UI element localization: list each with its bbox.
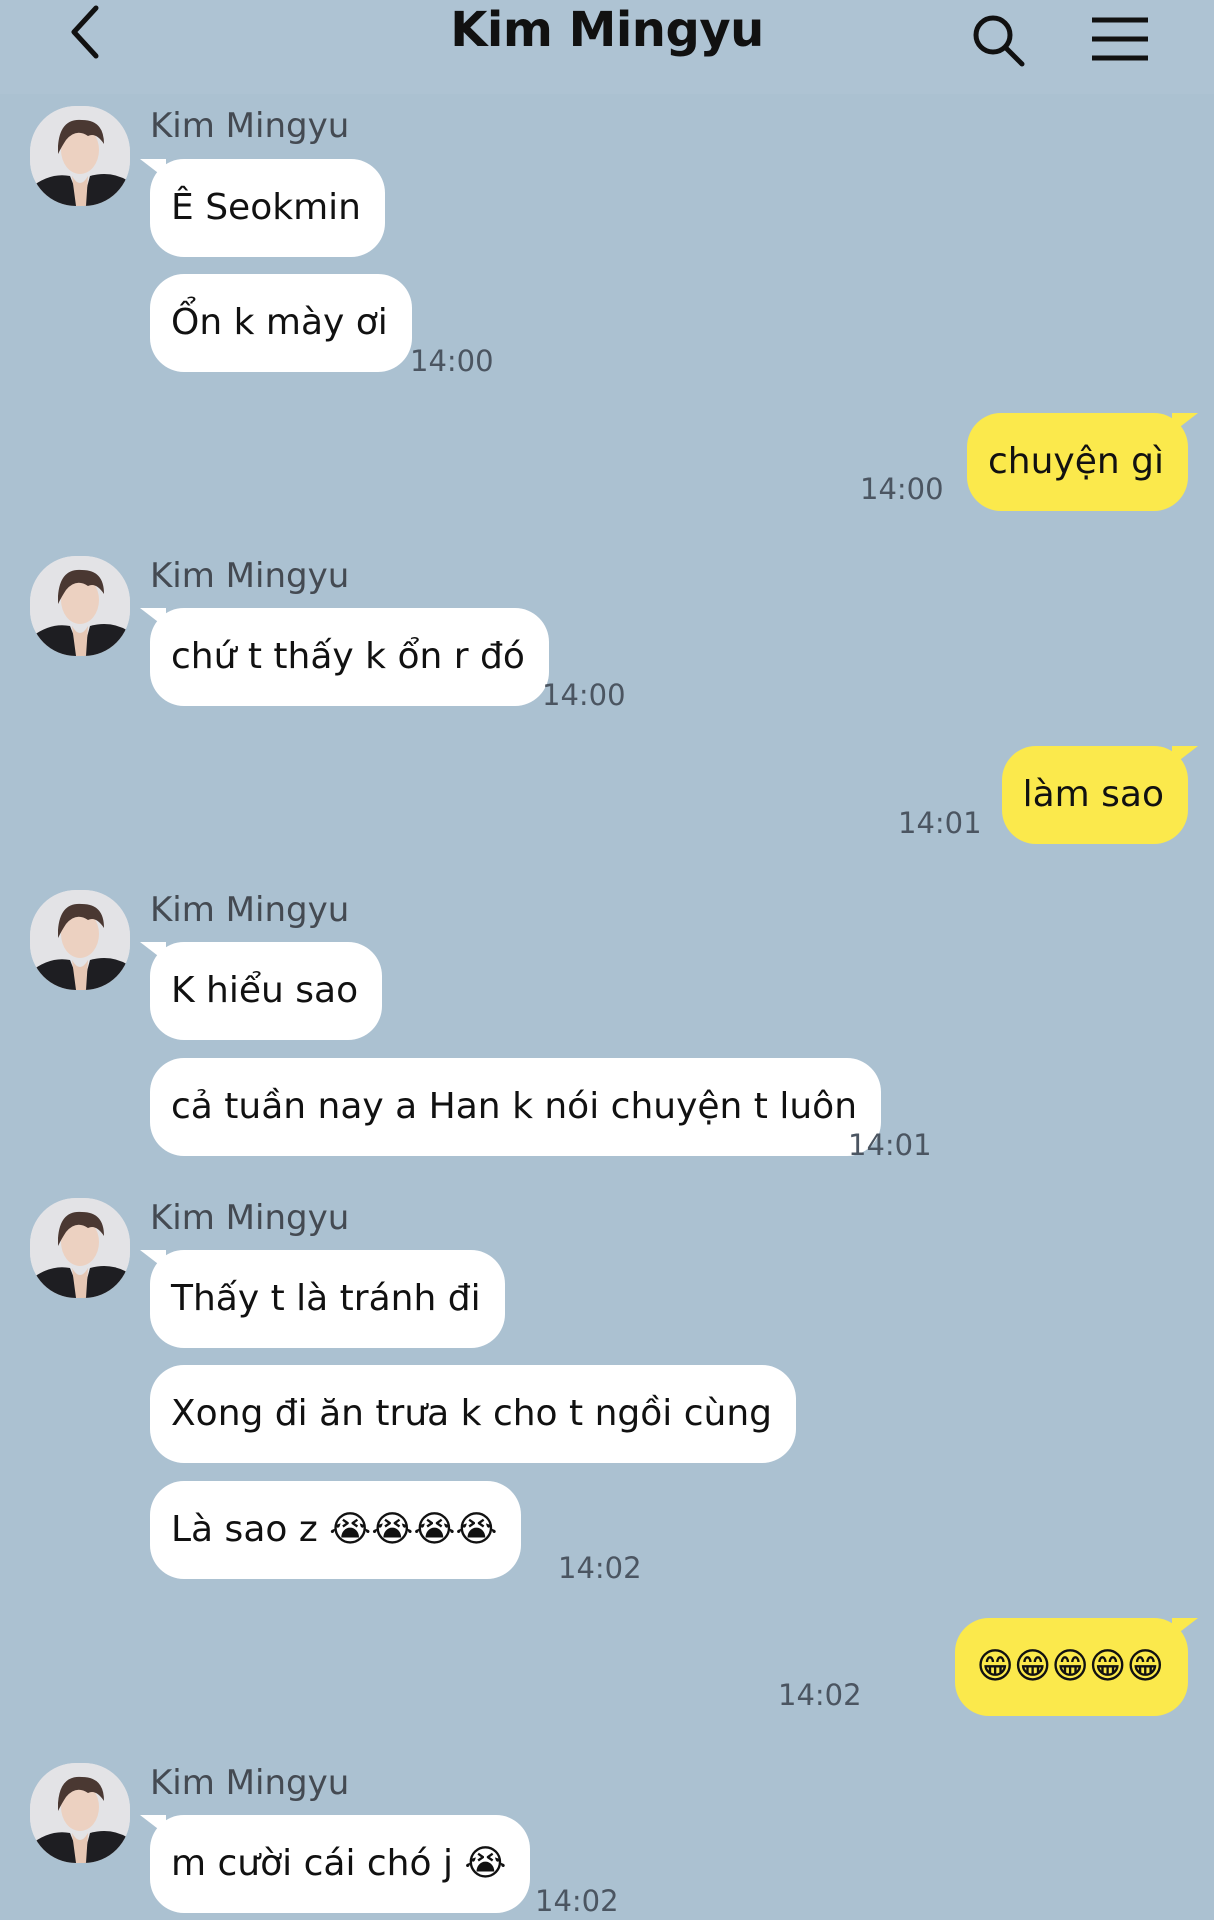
search-icon[interactable] xyxy=(970,12,1026,68)
message-bubble[interactable]: chuyện gì xyxy=(967,413,1198,511)
message-bubble[interactable]: Là sao z 😭😭😭😭 xyxy=(150,1481,522,1579)
message-bubble[interactable]: cả tuần nay a Han k nói chuyện t luôn xyxy=(150,1058,882,1156)
menu-icon[interactable] xyxy=(1090,16,1150,62)
message-time: 14:00 xyxy=(410,344,494,378)
message-time: 14:01 xyxy=(848,1128,932,1162)
avatar-photo xyxy=(30,556,130,656)
avatar[interactable] xyxy=(30,1198,130,1298)
message-time: 14:02 xyxy=(558,1551,642,1585)
message-time: 14:01 xyxy=(898,806,982,840)
avatar[interactable] xyxy=(30,890,130,990)
message-time: 14:02 xyxy=(535,1884,619,1918)
message-bubble[interactable]: K hiểu sao xyxy=(139,942,383,1040)
message-bubble[interactable]: Thấy t là tránh đi xyxy=(140,1250,505,1348)
message-bubble[interactable]: m cười cái chó j 😭 xyxy=(139,1815,531,1913)
message-time: 14:00 xyxy=(542,678,626,712)
avatar[interactable] xyxy=(30,106,130,206)
message-bubble[interactable]: 😁😁😁😁😁 xyxy=(955,1618,1198,1716)
message-bubble[interactable]: Xong đi ăn trưa k cho t ngồi cùng xyxy=(150,1365,796,1463)
sender-name: Kim Mingyu xyxy=(150,1198,350,1238)
chat-title: Kim Mingyu xyxy=(450,2,764,58)
avatar-photo xyxy=(30,106,130,206)
sender-name: Kim Mingyu xyxy=(150,890,350,930)
sender-name: Kim Mingyu xyxy=(150,1763,350,1803)
message-bubble[interactable]: Ê Seokmin xyxy=(140,159,385,257)
avatar-photo xyxy=(30,1198,130,1298)
message-time: 14:00 xyxy=(860,472,944,506)
avatar[interactable] xyxy=(30,556,130,656)
sender-name: Kim Mingyu xyxy=(150,556,350,596)
message-bubble[interactable]: Ổn k mày ơi xyxy=(150,274,412,372)
sender-name: Kim Mingyu xyxy=(150,106,350,146)
avatar-photo xyxy=(30,1763,130,1863)
message-bubble[interactable]: làm sao xyxy=(1001,746,1199,844)
chat-header: Kim Mingyu xyxy=(0,0,1214,94)
message-bubble[interactable]: chứ t thấy k ổn r đó xyxy=(140,608,549,706)
message-time: 14:02 xyxy=(778,1678,862,1712)
avatar-photo xyxy=(30,890,130,990)
avatar[interactable] xyxy=(30,1763,130,1863)
